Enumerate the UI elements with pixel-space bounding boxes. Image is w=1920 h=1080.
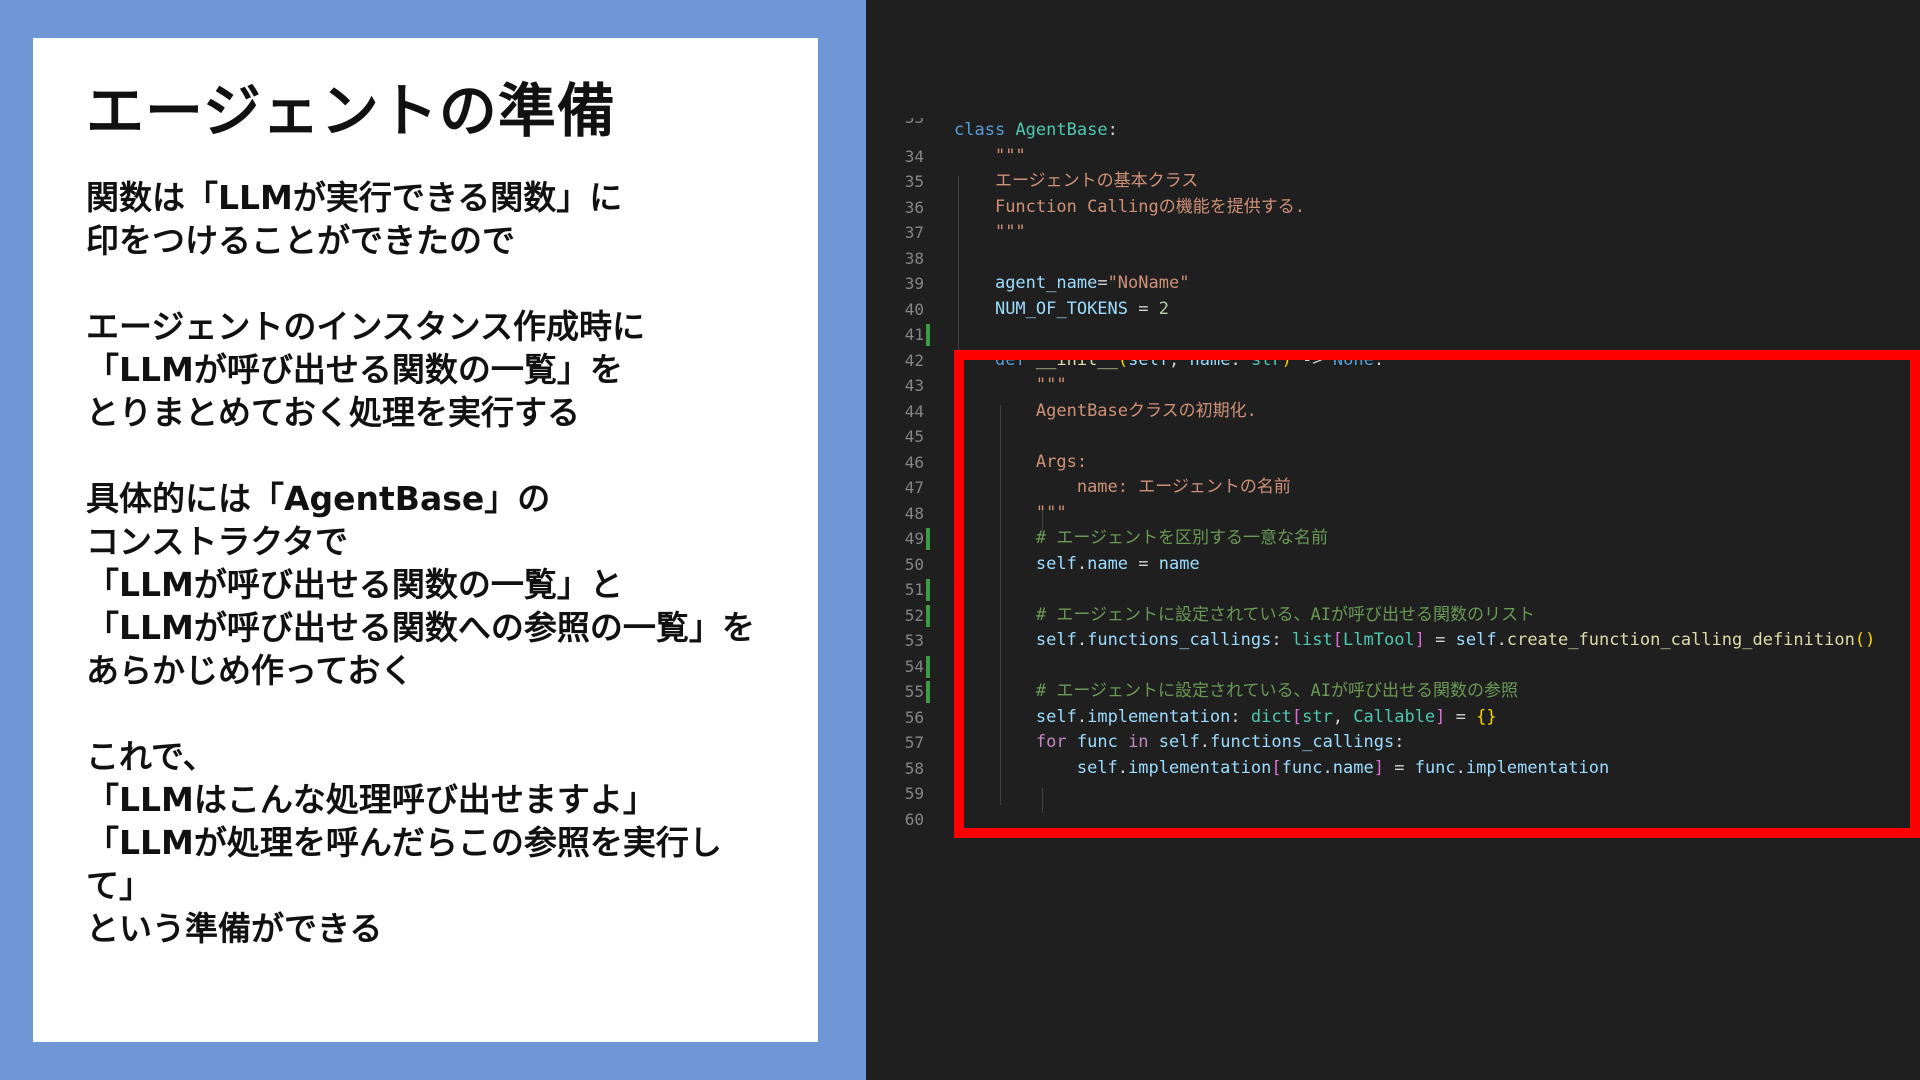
slide-line bbox=[86, 692, 812, 735]
variable: agent_name bbox=[994, 273, 1098, 293]
git-change-marker bbox=[926, 655, 930, 678]
docstring: Function Callingの機能を提供する. bbox=[994, 196, 1305, 217]
variable: NUM_OF_TOKENS bbox=[994, 298, 1129, 319]
slide-line: 具体的には「AgentBase」の bbox=[86, 479, 551, 518]
slide-title: エージェントの準備 bbox=[86, 77, 616, 145]
slide-line: 関数は「LLMが実行できる関数」に bbox=[86, 178, 623, 217]
git-change-marker bbox=[926, 324, 930, 346]
slide-line: 「LLMはこんな処理呼び出せますよ」 bbox=[86, 780, 656, 819]
code-line: 39 bbox=[866, 246, 1920, 293]
slide-line: あらかじめ作っておく bbox=[86, 651, 414, 690]
slide-line: エージェントのインスタンス作成時に bbox=[86, 307, 646, 346]
code-line: 34 class AgentBase: bbox=[866, 118, 1920, 166]
punctuation: : bbox=[1107, 120, 1118, 140]
slide-line: 「LLMが呼び出せる関数の一覧」と bbox=[86, 565, 623, 604]
code-line: 38 """ bbox=[866, 220, 1920, 268]
git-change-marker bbox=[926, 681, 930, 703]
line-number: 60 bbox=[904, 809, 924, 829]
slide-line: コンストラクタで bbox=[86, 522, 349, 561]
operator: = bbox=[1128, 298, 1159, 319]
code-line: 36 エージェントの基本クラス bbox=[866, 169, 1920, 217]
docstring: """ bbox=[994, 222, 1026, 242]
slide-line: て」 bbox=[86, 866, 152, 905]
highlight-box bbox=[954, 350, 1920, 838]
code-line: 42 bbox=[866, 322, 1920, 370]
slide-line: 「LLMが処理を呼んだらこの参照を実行し bbox=[86, 823, 722, 862]
number: 2 bbox=[1158, 298, 1169, 319]
slide-line: という準備ができる bbox=[86, 909, 383, 948]
docstring: """ bbox=[994, 145, 1026, 166]
slide-panel: エージェントの準備 関数は「LLMが実行できる関数」に 印をつけることができたの… bbox=[0, 0, 866, 1080]
slide-line: 印をつけることができたので bbox=[86, 221, 515, 260]
slide-line bbox=[86, 434, 812, 477]
slide-line: これで、 bbox=[86, 737, 216, 776]
slide-line: 「LLMが呼び出せる関数への参照の一覧」を bbox=[86, 608, 755, 647]
code-line: 37 Function Callingの機能を提供する. bbox=[866, 195, 1920, 243]
class-name: AgentBase bbox=[1015, 120, 1108, 140]
keyword: class bbox=[954, 120, 1006, 140]
code-line: 35 """ bbox=[866, 144, 1920, 192]
slide-line bbox=[86, 262, 812, 305]
code-line: 40 agent_name="NoName" bbox=[866, 271, 1920, 319]
slide-line: 「LLMが呼び出せる関数の一覧」を bbox=[86, 350, 623, 389]
slide-body: 関数は「LLMが実行できる関数」に 印をつけることができたので エージェントのイ… bbox=[86, 176, 812, 950]
code-line: 41 NUM_OF_TOKENS = 2 bbox=[866, 297, 1920, 345]
git-change-marker bbox=[926, 604, 930, 627]
operator: = bbox=[1097, 273, 1108, 293]
slide-card: エージェントの準備 関数は「LLMが実行できる関数」に 印をつけることができたの… bbox=[33, 38, 818, 1042]
git-change-marker bbox=[926, 579, 930, 601]
docstring: エージェントの基本クラス bbox=[994, 171, 1199, 191]
git-change-marker bbox=[926, 528, 930, 550]
slide-line: とりまとめておく処理を実行する bbox=[86, 393, 581, 432]
string: "NoName" bbox=[1107, 273, 1190, 293]
